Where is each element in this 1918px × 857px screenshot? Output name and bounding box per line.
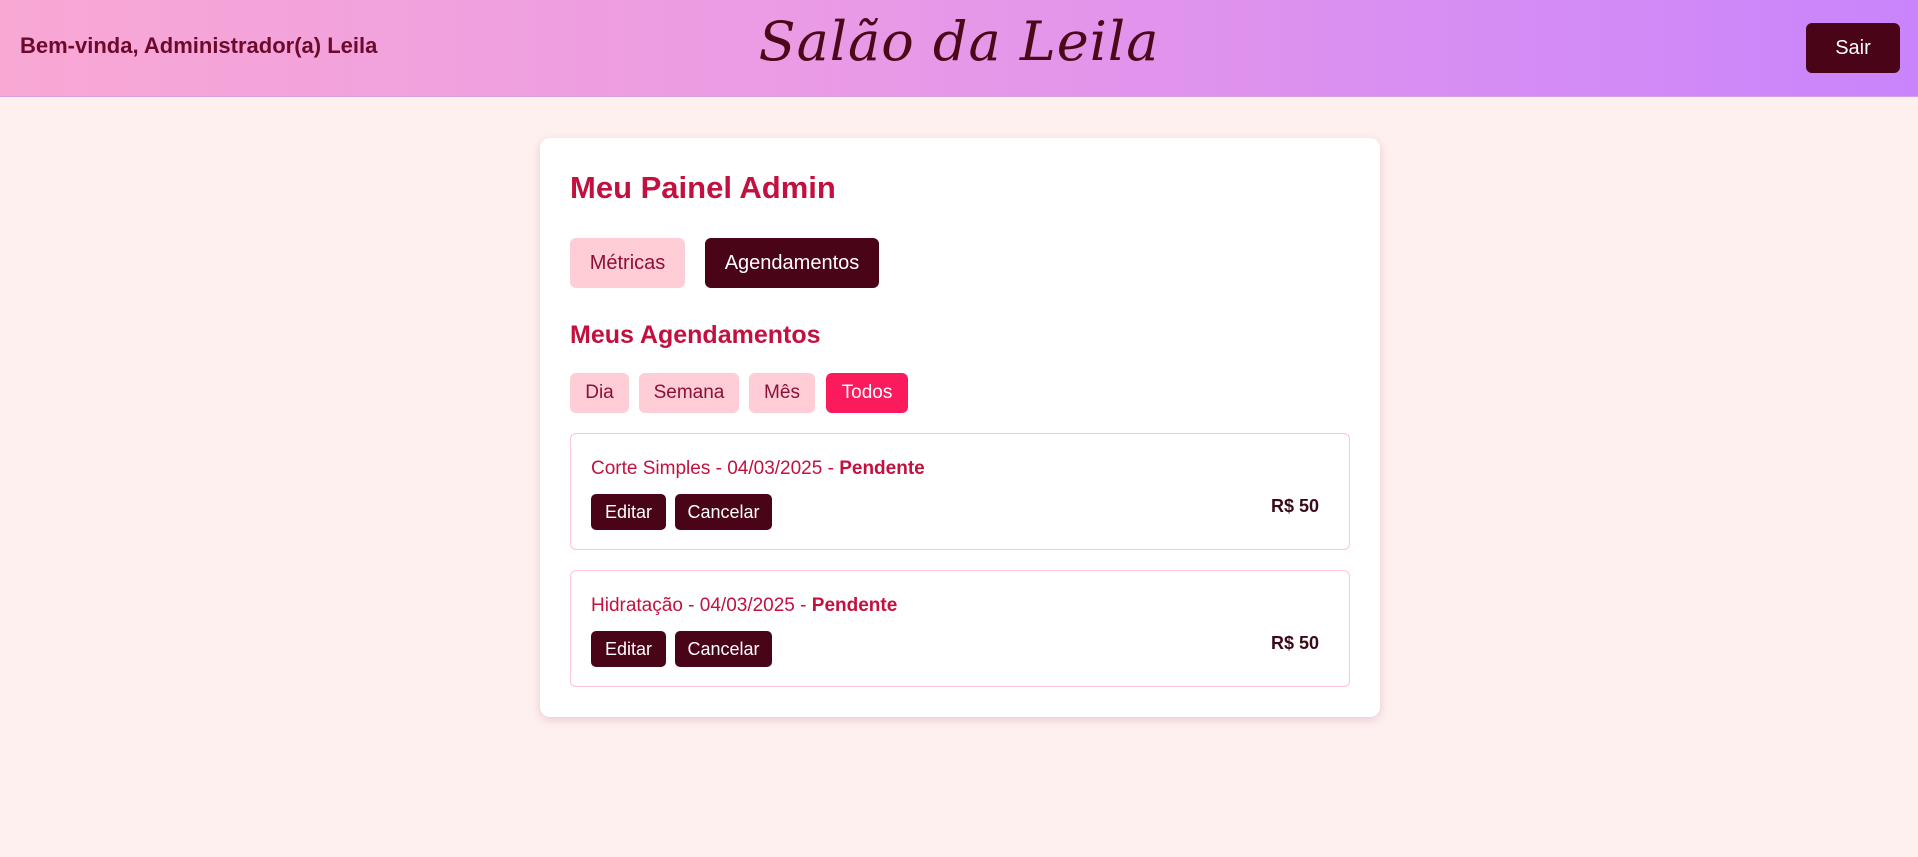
page-title: Meu Painel Admin	[570, 170, 836, 205]
appointment-date: 04/03/2025	[727, 458, 823, 479]
filter-week-button[interactable]: Semana	[639, 373, 739, 413]
appointment-separator: -	[822, 458, 840, 479]
appointment-price: R$ 50	[1270, 633, 1319, 653]
edit-appointment-button[interactable]: Editar	[591, 631, 666, 667]
cancel-appointment-button[interactable]: Cancelar	[675, 631, 772, 667]
tab-metrics[interactable]: Métricas	[570, 238, 685, 288]
logout-button[interactable]: Sair	[1806, 23, 1900, 73]
appointment-separator: -	[682, 595, 700, 616]
tab-appointments[interactable]: Agendamentos	[705, 238, 879, 288]
appointment-separator: -	[794, 595, 812, 616]
filter-day-button[interactable]: Dia	[570, 373, 629, 413]
appointment-summary: Corte Simples - 04/03/2025 - Pendente	[591, 458, 925, 480]
appointment-card: Hidratação - 04/03/2025 - Pendente Edita…	[570, 570, 1350, 687]
appointment-separator: -	[710, 458, 728, 479]
appointment-service: Corte Simples	[591, 458, 711, 479]
edit-appointment-button[interactable]: Editar	[591, 494, 666, 530]
appointment-date: 04/03/2025	[699, 595, 795, 616]
appointment-summary: Hidratação - 04/03/2025 - Pendente	[591, 595, 897, 617]
filter-month-button[interactable]: Mês	[749, 373, 815, 413]
brand-logo-text: Salão da Leila	[758, 10, 1160, 73]
appointment-status: Pendente	[839, 458, 925, 479]
filter-all-button[interactable]: Todos	[826, 373, 908, 413]
admin-panel: Meu Painel Admin Métricas Agendamentos M…	[540, 138, 1380, 717]
top-bar: Bem-vinda, Administrador(a) Leila Salão …	[0, 0, 1918, 97]
section-title: Meus Agendamentos	[570, 321, 821, 349]
cancel-appointment-button[interactable]: Cancelar	[675, 494, 772, 530]
appointment-status: Pendente	[811, 595, 898, 616]
appointment-card: Corte Simples - 04/03/2025 - Pendente Ed…	[570, 433, 1350, 550]
appointment-service: Hidratação	[591, 595, 683, 616]
appointment-price: R$ 50	[1270, 496, 1319, 516]
